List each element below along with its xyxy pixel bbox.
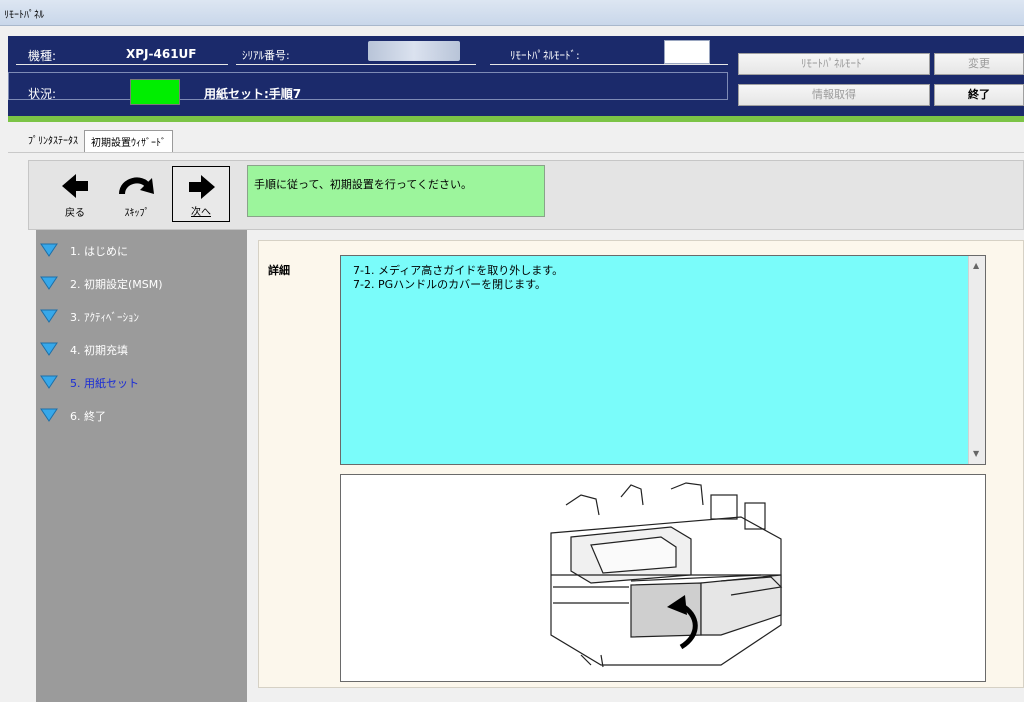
instruction-message: 手順に従って、初期設置を行ってください。 — [247, 165, 545, 217]
detail-label: 詳細 — [268, 264, 290, 277]
step-label: 4. 初期充填 — [70, 344, 128, 357]
status-label: 状況: — [28, 87, 57, 101]
remote-panel-mode-button[interactable]: ﾘﾓｰﾄﾊﾟﾈﾙﾓｰﾄﾞ — [738, 53, 930, 75]
printer-illustration — [550, 482, 783, 668]
redo-arrow-icon — [119, 177, 154, 195]
step-triangle-icon — [40, 309, 58, 323]
step-triangle-icon — [40, 276, 58, 290]
window-title: ﾘﾓｰﾄﾊﾟﾈﾙ — [4, 10, 44, 21]
step-label: 5. 用紙セット — [70, 377, 139, 390]
exit-button[interactable]: 終了 — [934, 84, 1024, 106]
remote-mode-value — [664, 40, 710, 64]
wizard-steps-panel: 1. はじめに 2. 初期設定(MSM) 3. ｱｸﾃｨﾍﾞｰｼｮﾝ 4. 初期… — [36, 230, 247, 702]
step-label: 3. ｱｸﾃｨﾍﾞｰｼｮﾝ — [70, 311, 139, 324]
scroll-up-icon[interactable]: ▲ — [973, 259, 979, 273]
change-button[interactable]: 変更 — [934, 53, 1024, 75]
scroll-down-icon[interactable]: ▼ — [973, 447, 979, 461]
remote-mode-label: ﾘﾓｰﾄﾊﾟﾈﾙﾓｰﾄﾞ: — [510, 49, 580, 62]
step-triangle-icon — [40, 375, 58, 389]
model-label: 機種: — [28, 49, 57, 63]
arrow-right-icon — [189, 175, 215, 199]
next-label: 次へ — [191, 207, 211, 218]
skip-button[interactable]: ｽｷｯﾌﾟ — [108, 166, 166, 222]
detail-textbox[interactable]: 7-1. メディア高さガイドを取り外します。 7-2. PGハンドルのカバーを閉… — [340, 255, 986, 465]
next-button[interactable]: 次へ — [172, 166, 230, 222]
status-frame — [8, 72, 728, 100]
tab-strip: ﾌﾟﾘﾝﾀｽﾃｰﾀｽ 初期設置ｳｨｻﾞｰﾄﾞ — [8, 122, 1024, 155]
serial-value-redacted — [368, 41, 460, 61]
instruction-illustration — [340, 474, 986, 682]
back-button[interactable]: 戻る — [46, 166, 104, 222]
status-led — [130, 79, 180, 105]
back-label: 戻る — [65, 208, 85, 219]
arrow-left-icon — [62, 174, 88, 198]
step-label: 1. はじめに — [70, 245, 128, 258]
status-text: 用紙セット:手順7 — [204, 87, 302, 101]
step-triangle-icon — [40, 243, 58, 257]
serial-label: ｼﾘｱﾙ番号: — [242, 49, 290, 62]
step-label: 2. 初期設定(MSM) — [70, 278, 163, 291]
get-info-button[interactable]: 情報取得 — [738, 84, 930, 106]
detail-scrollbar[interactable]: ▲ ▼ — [968, 256, 985, 464]
remote-mode-underline — [490, 64, 728, 65]
step-triangle-icon — [40, 342, 58, 356]
step-triangle-icon — [40, 408, 58, 422]
tab-printer-status[interactable]: ﾌﾟﾘﾝﾀｽﾃｰﾀｽ — [28, 132, 78, 147]
detail-line: 7-2. PGハンドルのカバーを閉じます。 — [353, 278, 547, 291]
serial-underline — [236, 64, 476, 65]
skip-label: ｽｷｯﾌﾟ — [124, 208, 150, 219]
model-underline — [16, 64, 228, 65]
step-label: 6. 終了 — [70, 410, 106, 423]
detail-line: 7-1. メディア高さガイドを取り外します。 — [353, 264, 564, 277]
model-value: XPJ-461UF — [126, 47, 197, 61]
window-titlebar: ﾘﾓｰﾄﾊﾟﾈﾙ — [0, 0, 1024, 26]
